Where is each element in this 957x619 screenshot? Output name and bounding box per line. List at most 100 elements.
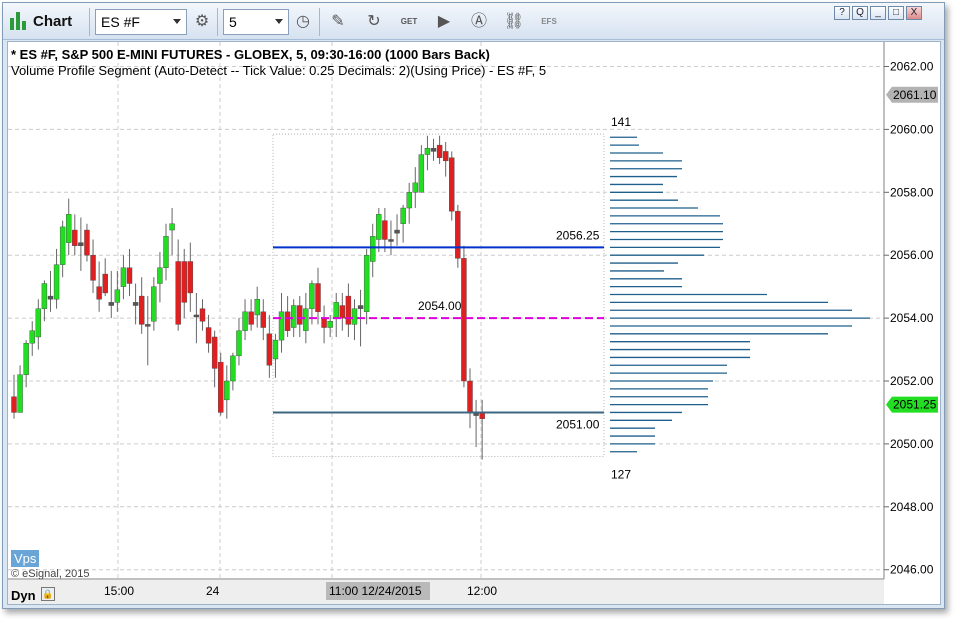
candle-body[interactable] (394, 229, 400, 234)
clock-icon[interactable]: ◷ (292, 11, 314, 33)
candle-body[interactable] (17, 374, 23, 413)
candle-body[interactable] (370, 236, 376, 262)
candle-body[interactable] (102, 273, 108, 294)
efs-icon[interactable]: EFS (538, 11, 560, 33)
candle-body[interactable] (181, 261, 187, 303)
candle-body[interactable] (266, 333, 273, 366)
candle-body[interactable] (175, 261, 181, 325)
candle-body[interactable] (120, 267, 127, 287)
candle-body[interactable] (138, 295, 145, 325)
minimize-button[interactable]: _ (870, 6, 886, 20)
symbol-combo[interactable]: ES #F (95, 9, 187, 35)
candle-body[interactable] (345, 295, 352, 325)
pencil-icon[interactable]: ✎ (327, 11, 349, 33)
candle-body[interactable] (297, 305, 303, 325)
candle-body[interactable] (430, 148, 437, 152)
candle-body[interactable] (84, 229, 90, 256)
candle-body[interactable] (321, 317, 327, 328)
candle-body[interactable] (339, 305, 346, 319)
candle-body[interactable] (357, 305, 364, 309)
candle-body[interactable] (467, 380, 473, 413)
chart-area[interactable]: 2046.00 2048.00 2050.00 2052.00 2054.00 2056.… (7, 41, 941, 605)
candle-body[interactable] (272, 339, 279, 360)
y-tick-label: 2050.00 (890, 437, 934, 451)
candle-body[interactable] (96, 286, 102, 300)
get-icon[interactable]: GET (398, 11, 420, 33)
candle-body[interactable] (315, 283, 321, 313)
candle-body[interactable] (278, 311, 285, 341)
candle-body[interactable] (23, 343, 29, 375)
candle-body[interactable] (59, 226, 66, 265)
help-button[interactable]: ? (834, 6, 850, 20)
interval-combo[interactable]: 5 (223, 9, 289, 35)
lock-icon[interactable]: 🔒 (41, 587, 55, 601)
candle-body[interactable] (333, 302, 339, 319)
candle-body[interactable] (406, 192, 412, 209)
alert-icon[interactable]: Ⓐ (468, 11, 490, 33)
candle-body[interactable] (132, 302, 139, 306)
chevron-down-icon[interactable] (275, 19, 283, 24)
maximize-button[interactable]: □ (888, 6, 904, 20)
candle-body[interactable] (284, 311, 291, 331)
candle-body[interactable] (424, 148, 431, 155)
candle-body[interactable] (145, 324, 151, 327)
candle-body[interactable] (388, 239, 394, 242)
candle-body[interactable] (205, 327, 212, 344)
candle-body[interactable] (303, 308, 309, 331)
candle-body[interactable] (114, 289, 121, 303)
candle-body[interactable] (290, 305, 297, 328)
candle-body[interactable] (199, 308, 206, 322)
candle-body[interactable] (400, 207, 406, 224)
candle-body[interactable] (351, 308, 358, 325)
candle-body[interactable] (187, 261, 194, 294)
candle-body[interactable] (449, 157, 455, 212)
candle-body[interactable] (309, 283, 315, 309)
chevron-down-icon[interactable] (173, 19, 181, 24)
candle-body[interactable] (11, 396, 17, 413)
candle-body[interactable] (436, 144, 443, 158)
candle-body[interactable] (35, 308, 42, 338)
candle-body[interactable] (363, 254, 370, 313)
candle-body[interactable] (224, 380, 230, 401)
candle-body[interactable] (218, 361, 224, 413)
candle-body[interactable] (260, 311, 266, 328)
candle-body[interactable] (382, 220, 388, 240)
candle-body[interactable] (47, 295, 54, 300)
candle-body[interactable] (66, 214, 72, 243)
zoom-button[interactable]: Q (852, 6, 868, 20)
candle-body[interactable] (455, 210, 461, 259)
candle-body[interactable] (442, 151, 449, 162)
candle-body[interactable] (108, 302, 114, 306)
candle-body[interactable] (412, 182, 418, 193)
candle-body[interactable] (151, 286, 157, 322)
candle-body[interactable] (193, 314, 200, 318)
play-icon[interactable]: ▶ (433, 11, 455, 33)
candle-body[interactable] (242, 311, 248, 331)
candle-body[interactable] (41, 283, 48, 309)
candle-body[interactable] (327, 321, 333, 328)
candle-body[interactable] (29, 330, 35, 344)
candle-body[interactable] (254, 299, 260, 316)
dyn-label[interactable]: Dyn (11, 588, 36, 603)
candle-body[interactable] (211, 336, 218, 369)
link-icon[interactable]: ⛓ (503, 11, 525, 33)
candle-body[interactable] (53, 264, 60, 300)
candle-body[interactable] (376, 214, 382, 240)
candle-body[interactable] (169, 223, 175, 231)
candle-body[interactable] (230, 355, 236, 382)
candle-body[interactable] (126, 267, 133, 284)
candle-body[interactable] (157, 267, 163, 284)
price-chart[interactable]: 2046.00 2048.00 2050.00 2052.00 2054.00 2056.… (8, 42, 940, 604)
candle-body[interactable] (461, 258, 467, 382)
gear-icon[interactable]: ⚙ (191, 11, 213, 33)
candle-body[interactable] (163, 236, 169, 268)
refresh-icon[interactable]: ↻ (363, 11, 385, 33)
candle-body[interactable] (90, 254, 96, 281)
candle-body[interactable] (236, 330, 242, 357)
candle-body[interactable] (72, 229, 78, 246)
candle-body[interactable] (418, 154, 425, 193)
candle-body[interactable] (248, 311, 254, 325)
candle-body[interactable] (78, 242, 84, 246)
close-button[interactable]: X (906, 6, 922, 20)
vps-badge[interactable]: Vps (11, 550, 40, 567)
